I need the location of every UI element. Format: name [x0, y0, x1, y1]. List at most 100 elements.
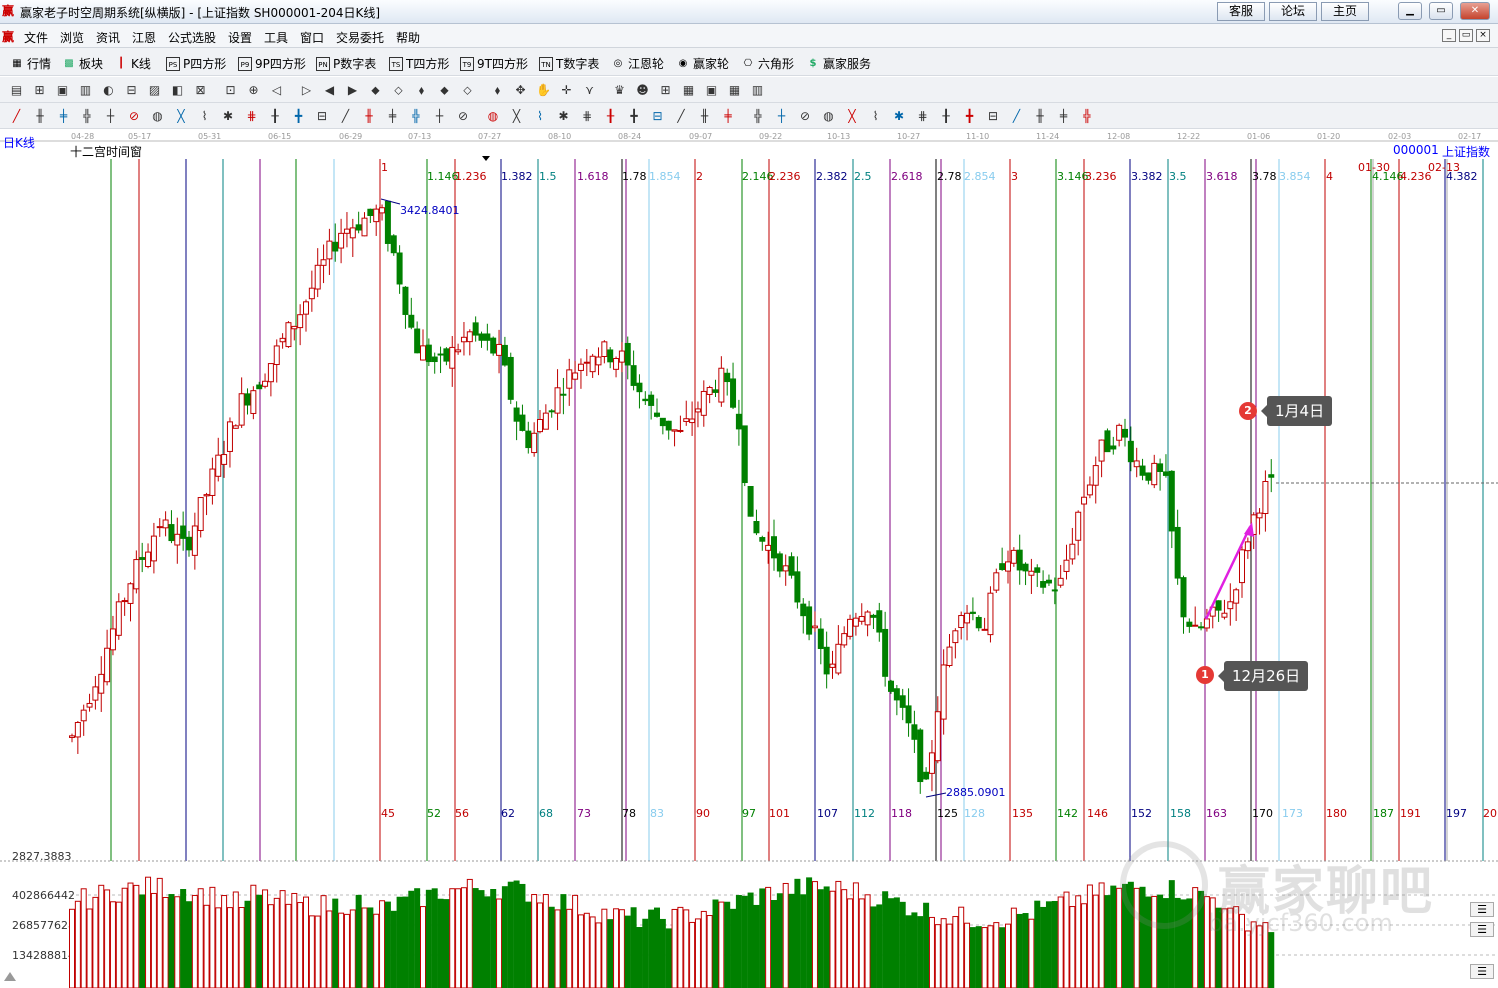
tool-icon-28[interactable]: ⊞ — [657, 82, 674, 98]
analysis-tool-icon-15[interactable]: ╱ — [337, 108, 354, 124]
period-label[interactable]: 日K线 — [3, 134, 35, 151]
toolbar-t-table[interactable]: TN T数字表 — [539, 55, 599, 72]
analysis-tool-icon-42[interactable]: ⊟ — [985, 108, 1002, 124]
analysis-tool-icon-7[interactable]: ◍ — [149, 108, 166, 124]
tool-icon-27[interactable]: ☻ — [634, 82, 651, 98]
toolbar-quotes[interactable]: ▦ 行情 — [10, 55, 51, 72]
tool-icon-20[interactable]: ⬦ — [459, 82, 476, 98]
menu-file[interactable]: 文件 — [24, 29, 48, 46]
toolbar-p-table[interactable]: PN P数字表 — [316, 55, 376, 72]
analysis-tool-icon-12[interactable]: ╂ — [267, 108, 284, 124]
analysis-tool-icon-10[interactable]: ✱ — [220, 108, 237, 124]
tool-icon-25[interactable]: ⋎ — [581, 82, 598, 98]
analysis-tool-icon-5[interactable]: ┼ — [102, 108, 119, 124]
tool-icon-7[interactable]: ▨ — [146, 82, 163, 98]
tool-icon-23[interactable]: ✋ — [535, 82, 552, 98]
tool-icon-22[interactable]: ✥ — [512, 82, 529, 98]
analysis-tool-icon-32[interactable]: ╬ — [750, 108, 767, 124]
analysis-tool-icon-23[interactable]: ⌇ — [532, 108, 549, 124]
analysis-tool-icon-18[interactable]: ╬ — [408, 108, 425, 124]
analysis-tool-icon-31[interactable]: ╪ — [720, 108, 737, 124]
analysis-tool-icon-25[interactable]: ⋕ — [579, 108, 596, 124]
tool-icon-17[interactable]: ⬦ — [390, 82, 407, 98]
maximize-button[interactable]: ▭ — [1429, 2, 1453, 20]
analysis-tool-icon-13[interactable]: ╋ — [290, 108, 307, 124]
analysis-tool-icon-46[interactable]: ╬ — [1079, 108, 1096, 124]
service-link[interactable]: 客服 — [1217, 2, 1265, 21]
analysis-tool-icon-35[interactable]: ◍ — [820, 108, 837, 124]
tool-icon-8[interactable]: ◧ — [169, 82, 186, 98]
mdi-restore-button[interactable]: ▭ — [1459, 29, 1473, 42]
menu-trade[interactable]: 交易委托 — [336, 29, 384, 46]
analysis-tool-icon-38[interactable]: ✱ — [891, 108, 908, 124]
analysis-tool-icon-29[interactable]: ╱ — [673, 108, 690, 124]
close-button[interactable]: ✕ — [1460, 2, 1490, 20]
analysis-tool-icon-6[interactable]: ⊘ — [126, 108, 143, 124]
analysis-tool-icon-9[interactable]: ⌇ — [196, 108, 213, 124]
analysis-tool-icon-40[interactable]: ╂ — [938, 108, 955, 124]
mdi-minimize-button[interactable]: _ — [1442, 29, 1456, 42]
menu-news[interactable]: 资讯 — [96, 29, 120, 46]
analysis-tool-icon-19[interactable]: ┼ — [431, 108, 448, 124]
tool-icon-19[interactable]: ⬥ — [436, 82, 453, 98]
chart-area[interactable]: 04-28 05-17 05-31 06-15 06-29 07-13 07-27 08-10… — [0, 129, 1498, 988]
tool-icon-32[interactable]: ▥ — [749, 82, 766, 98]
tool-icon-1[interactable]: ▤ — [8, 82, 25, 98]
analysis-tool-icon-39[interactable]: ⋕ — [914, 108, 931, 124]
tool-icon-6[interactable]: ⊟ — [123, 82, 140, 98]
menu-tools[interactable]: 工具 — [264, 29, 288, 46]
analysis-tool-icon-36[interactable]: ╳ — [844, 108, 861, 124]
tool-icon-12[interactable]: ◁ — [268, 82, 285, 98]
analysis-tool-icon-16[interactable]: ╫ — [361, 108, 378, 124]
mdi-close-button[interactable]: × — [1476, 29, 1490, 42]
tool-icon-14[interactable]: ◀ — [321, 82, 338, 98]
analysis-tool-icon-24[interactable]: ✱ — [555, 108, 572, 124]
menu-window[interactable]: 窗口 — [300, 29, 324, 46]
zoom-in-button[interactable]: ☰ — [1470, 902, 1494, 917]
analysis-tool-icon-33[interactable]: ┼ — [773, 108, 790, 124]
analysis-tool-icon-27[interactable]: ╋ — [626, 108, 643, 124]
analysis-tool-icon-37[interactable]: ⌇ — [867, 108, 884, 124]
analysis-tool-icon-3[interactable]: ╪ — [55, 108, 72, 124]
analysis-tool-icon-11[interactable]: ⋕ — [243, 108, 260, 124]
zoom-out-button[interactable]: ☰ — [1470, 922, 1494, 937]
toolbar-gann-wheel[interactable]: ◎ 江恩轮 — [611, 55, 664, 72]
tool-icon-3[interactable]: ▣ — [54, 82, 71, 98]
analysis-tool-icon-45[interactable]: ╪ — [1055, 108, 1072, 124]
toolbar-t-square[interactable]: TS T四方形 — [389, 55, 449, 72]
tool-icon-4[interactable]: ▥ — [77, 82, 94, 98]
analysis-tool-icon-43[interactable]: ╱ — [1008, 108, 1025, 124]
analysis-tool-icon-44[interactable]: ╫ — [1032, 108, 1049, 124]
scroll-down-button[interactable]: ☰ — [1470, 964, 1494, 979]
menu-gann[interactable]: 江恩 — [132, 29, 156, 46]
tool-icon-24[interactable]: ✛ — [558, 82, 575, 98]
toolbar-9t-square[interactable]: T9 9T四方形 — [460, 55, 528, 72]
minimize-button[interactable]: ▁ — [1398, 2, 1422, 20]
tool-icon-31[interactable]: ▦ — [726, 82, 743, 98]
analysis-tool-icon-30[interactable]: ╫ — [696, 108, 713, 124]
tool-icon-11[interactable]: ⊕ — [245, 82, 262, 98]
annotation-marker-1[interactable]: 1 — [1196, 666, 1214, 684]
tool-icon-10[interactable]: ⊡ — [222, 82, 239, 98]
analysis-tool-icon-2[interactable]: ╫ — [32, 108, 49, 124]
tool-icon-15[interactable]: ▶ — [344, 82, 361, 98]
analysis-tool-icon-20[interactable]: ⊘ — [455, 108, 472, 124]
toolbar-kline[interactable]: ┃ K线 — [114, 55, 151, 72]
tool-icon-29[interactable]: ▦ — [680, 82, 697, 98]
tool-icon-2[interactable]: ⊞ — [31, 82, 48, 98]
analysis-tool-icon-4[interactable]: ╬ — [79, 108, 96, 124]
tool-icon-30[interactable]: ▣ — [703, 82, 720, 98]
tool-icon-9[interactable]: ⊠ — [192, 82, 209, 98]
toolbar-9p-square[interactable]: P9 9P四方形 — [238, 55, 306, 72]
tool-icon-26[interactable]: ♛ — [611, 82, 628, 98]
toolbar-winner-wheel[interactable]: ◉ 赢家轮 — [676, 55, 729, 72]
menu-formula-screen[interactable]: 公式选股 — [168, 29, 216, 46]
tool-icon-13[interactable]: ▷ — [298, 82, 315, 98]
toolbar-p-square[interactable]: PS P四方形 — [166, 55, 226, 72]
homepage-link[interactable]: 主页 — [1321, 2, 1369, 21]
analysis-tool-icon-8[interactable]: ╳ — [173, 108, 190, 124]
tool-icon-18[interactable]: ⬧ — [413, 82, 430, 98]
analysis-tool-icon-17[interactable]: ╪ — [384, 108, 401, 124]
analysis-tool-icon-41[interactable]: ╋ — [961, 108, 978, 124]
forum-link[interactable]: 论坛 — [1269, 2, 1317, 21]
